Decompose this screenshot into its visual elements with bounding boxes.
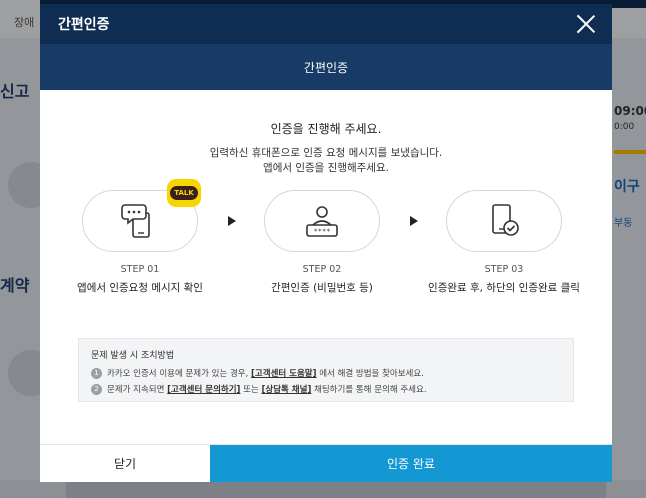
description: 입력하신 휴대폰으로 인증 요청 메시지를 보냈습니다. 앱에서 인증을 진행해… — [40, 146, 612, 176]
notice-title: 문제 발생 시 조치방법 — [91, 351, 175, 361]
step-3-number: STEP 03 — [484, 264, 524, 275]
notice-line-1: 1 카카오 인증서 이용에 문제가 있는 경우, [고객센터 도움말] 에서 해… — [91, 367, 561, 379]
step-1-text: 앱에서 인증요청 메시지 확인 — [77, 282, 203, 294]
step-2-number: STEP 02 — [302, 264, 342, 275]
notice-box: 문제 발생 시 조치방법 1 카카오 인증서 이용에 문제가 있는 경우, [고… — [78, 338, 574, 402]
user-password-icon: **** — [306, 206, 338, 237]
notice-line-1-post: 에서 해결 방법을 찾아보세요. — [319, 369, 424, 379]
phone-check-icon — [492, 204, 519, 236]
description-line-2: 앱에서 인증을 진행해주세요. — [263, 162, 389, 174]
notice-line-2-post: 채팅하기를 통해 문의해 주세요. — [314, 385, 427, 395]
notice-line-2-mid: 또는 — [243, 385, 259, 395]
step-2-text: 간편인증 (비밀번호 등) — [271, 282, 373, 294]
kakaotalk-badge: TALK — [167, 179, 201, 207]
notice-line-2: 2 문제가 지속되면 [고객센터 문의하기] 또는 [상담톡 채널] 채팅하기를… — [91, 383, 561, 395]
modal-footer: 닫기 인증 완료 — [40, 444, 612, 482]
step-3-pill — [446, 190, 562, 252]
number-1-badge: 1 — [91, 367, 102, 379]
auth-complete-button[interactable]: 인증 완료 — [210, 445, 612, 482]
lead-text: 인증을 진행해 주세요. — [270, 122, 382, 136]
notice-line-2-pre: 문제가 지속되면 — [107, 385, 165, 395]
svg-text:****: **** — [314, 228, 331, 236]
chat-channel-link[interactable]: [상담톡 채널] — [262, 383, 312, 395]
phone-chat-icon — [121, 204, 150, 238]
notice-line-1-pre: 카카오 인증서 이용에 문제가 있는 경우, — [107, 369, 249, 379]
close-icon[interactable] — [576, 14, 596, 34]
modal-content: 인증을 진행해 주세요. 입력하신 휴대폰으로 인증 요청 메시지를 보냈습니다… — [40, 90, 612, 444]
description-line-1: 입력하신 휴대폰으로 인증 요청 메시지를 보냈습니다. — [209, 147, 443, 159]
contact-center-link[interactable]: [고객센터 문의하기] — [167, 383, 240, 395]
help-center-link[interactable]: [고객센터 도움말] — [251, 367, 316, 379]
modal-header: 간편인증 — [40, 4, 612, 44]
number-2-badge: 2 — [91, 383, 102, 395]
step-1-number: STEP 01 — [120, 264, 160, 275]
talk-label: TALK — [170, 186, 198, 200]
steps: TALK **** STEP 01 앱에서 인증요청 메시지 확인 STEP 0… — [40, 179, 612, 300]
arrow-right-icon — [228, 216, 236, 226]
step-1-pill: TALK — [82, 179, 201, 252]
close-button[interactable]: 닫기 — [40, 445, 210, 482]
auth-modal: 간편인증 간편인증 인증을 진행해 주세요. 입력하신 휴대폰으로 인증 요청 … — [40, 4, 612, 482]
step-3-text: 인증완료 후, 하단의 인증완료 클릭 — [428, 282, 580, 294]
arrow-right-icon — [410, 216, 418, 226]
modal-title: 간편인증 — [58, 17, 110, 33]
modal-subheader: 간편인증 — [40, 44, 612, 90]
step-2-pill: **** — [264, 190, 380, 252]
modal-subtitle: 간편인증 — [303, 60, 349, 75]
